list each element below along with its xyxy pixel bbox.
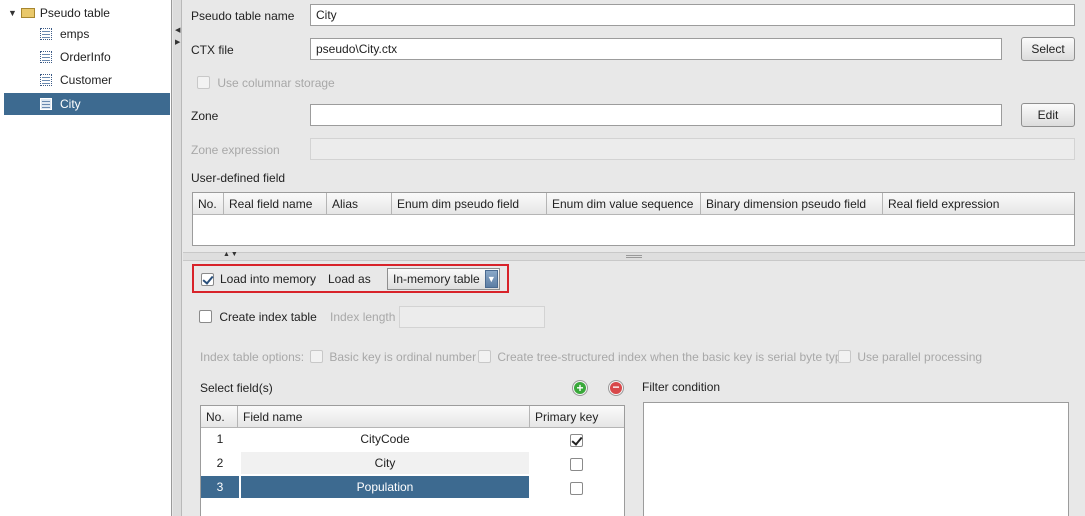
column-header[interactable]: Field name — [238, 406, 530, 427]
use-columnar-storage-checkbox[interactable]: Use columnar storage — [197, 75, 335, 90]
table-row[interactable]: 1 CityCode — [201, 428, 624, 452]
expand-arrow-icon[interactable]: ▶ — [175, 38, 180, 46]
checkbox-box[interactable] — [478, 350, 491, 364]
pseudo-table-name-label: Pseudo table name — [191, 9, 295, 23]
tree-item-city[interactable]: City — [4, 93, 170, 115]
column-header[interactable]: Binary dimension pseudo field — [701, 193, 883, 214]
primary-key-checkbox[interactable] — [570, 482, 583, 496]
add-field-icon[interactable]: + — [572, 380, 588, 396]
checkbox-box[interactable] — [838, 350, 851, 364]
table-row[interactable]: 2 City — [201, 452, 624, 476]
zone-label: Zone — [191, 109, 219, 123]
table-icon — [40, 51, 52, 63]
load-into-memory-highlight: Load into memory Load as In-memory table… — [192, 264, 509, 293]
table-header: No. Real field name Alias Enum dim pseud… — [193, 193, 1074, 215]
create-index-table-checkbox[interactable]: Create index table — [199, 309, 317, 324]
field-name-cell[interactable]: City — [241, 452, 529, 474]
checkbox-box[interactable] — [310, 350, 323, 364]
ctx-file-input[interactable]: pseudo\City.ctx — [310, 38, 1002, 60]
parallel-processing-label: Use parallel processing — [857, 349, 983, 364]
create-index-table-label: Create index table — [219, 309, 317, 324]
tree-root-label: Pseudo table — [39, 6, 110, 20]
horizontal-splitter[interactable]: ▲▼ — [183, 251, 1085, 261]
tree-item-customer[interactable]: Customer — [4, 69, 170, 91]
index-table-options-label: Index table options: — [200, 350, 305, 364]
primary-key-checkbox[interactable] — [570, 434, 583, 448]
parallel-processing-checkbox[interactable]: Use parallel processing — [838, 349, 982, 364]
checkbox-box[interactable] — [199, 310, 212, 324]
vertical-splitter[interactable]: ◀ ▶ — [173, 0, 182, 516]
table-icon — [40, 74, 52, 86]
filter-condition-label: Filter condition — [642, 380, 721, 394]
load-as-label: Load as — [328, 272, 371, 286]
table-header: No. Field name Primary key — [201, 406, 624, 428]
user-defined-field-label: User-defined field — [191, 171, 286, 185]
collapse-arrow-icon[interactable]: ◀ — [175, 26, 180, 34]
filter-condition-input[interactable] — [643, 402, 1069, 516]
tree-structured-index-label: Create tree-structured index when the ba… — [497, 349, 849, 364]
row-number: 2 — [216, 456, 224, 470]
load-into-memory-checkbox[interactable] — [201, 273, 214, 287]
tree-item-label: Customer — [60, 73, 113, 87]
basic-key-ordinal-label: Basic key is ordinal number — [329, 349, 477, 364]
index-length-input — [399, 306, 545, 328]
remove-field-icon[interactable]: − — [608, 380, 624, 396]
folder-icon — [20, 8, 35, 18]
zone-expression-input — [310, 138, 1075, 160]
column-header[interactable]: No. — [193, 193, 224, 214]
tree-structured-index-checkbox[interactable]: Create tree-structured index when the ba… — [478, 349, 848, 364]
row-number: 1 — [216, 432, 224, 446]
tree-item-emps[interactable]: emps — [4, 23, 170, 45]
edit-button[interactable]: Edit — [1021, 103, 1075, 127]
basic-key-ordinal-checkbox[interactable]: Basic key is ordinal number — [310, 349, 476, 364]
load-into-memory-label: Load into memory — [220, 272, 317, 286]
chevron-down-icon[interactable]: ▼ — [484, 270, 498, 288]
tree-item-label: OrderInfo — [60, 50, 111, 64]
checkbox-box[interactable] — [197, 76, 210, 90]
user-defined-field-table[interactable]: No. Real field name Alias Enum dim pseud… — [192, 192, 1075, 246]
column-header[interactable]: Primary key — [530, 406, 624, 427]
column-header[interactable]: Real field expression — [883, 193, 1074, 214]
tree-item-label: City — [60, 97, 81, 111]
pseudo-table-properties: Pseudo table name City CTX file pseudo\C… — [183, 0, 1085, 252]
field-name-cell[interactable]: CityCode — [241, 428, 529, 450]
column-header[interactable]: Enum dim pseudo field — [392, 193, 547, 214]
column-header[interactable]: No. — [201, 406, 238, 427]
table-icon — [40, 98, 52, 110]
zone-input[interactable] — [310, 104, 1002, 126]
select-fields-label: Select field(s) — [200, 381, 273, 395]
table-row-selected[interactable]: 3 Population — [201, 476, 624, 500]
use-columnar-storage-label: Use columnar storage — [217, 75, 335, 90]
zone-expression-label: Zone expression — [191, 143, 280, 157]
index-length-label: Index length — [330, 310, 396, 324]
splitter-arrows-icon[interactable]: ▲▼ — [223, 251, 239, 258]
primary-key-checkbox[interactable] — [570, 458, 583, 472]
tree-panel: ▼ Pseudo table emps OrderInfo Customer C… — [0, 0, 172, 516]
table-icon — [40, 28, 52, 40]
splitter-grip-icon — [626, 255, 642, 258]
tree-item-label: emps — [60, 27, 90, 41]
select-button[interactable]: Select — [1021, 37, 1075, 61]
tree-root-pseudo-table[interactable]: ▼ Pseudo table — [8, 5, 110, 21]
column-header[interactable]: Enum dim value sequence — [547, 193, 701, 214]
pseudo-table-name-input[interactable]: City — [310, 4, 1075, 26]
row-number: 3 — [201, 476, 239, 498]
column-header[interactable]: Alias — [327, 193, 392, 214]
field-name-cell[interactable]: Population — [241, 476, 529, 498]
expand-triangle-icon[interactable]: ▼ — [8, 8, 17, 18]
tree-item-orderinfo[interactable]: OrderInfo — [4, 46, 170, 68]
ctx-file-label: CTX file — [191, 43, 234, 57]
column-header[interactable]: Real field name — [224, 193, 327, 214]
load-as-dropdown[interactable]: In-memory table ▼ — [387, 268, 500, 290]
load-as-value: In-memory table — [393, 272, 480, 286]
